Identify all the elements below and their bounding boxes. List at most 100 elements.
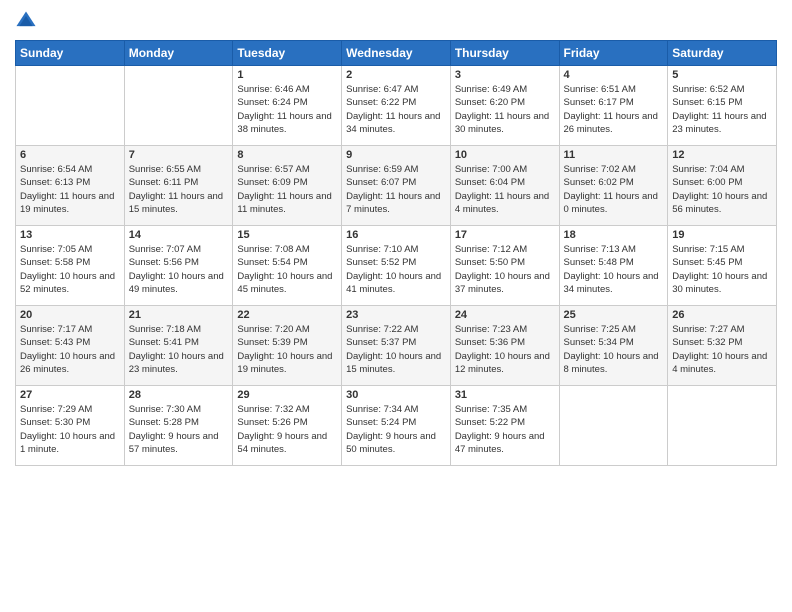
day-number: 28: [129, 389, 229, 401]
day-number: 9: [346, 149, 446, 161]
day-number: 24: [455, 309, 555, 321]
day-info: Sunrise: 7:13 AMSunset: 5:48 PMDaylight:…: [564, 243, 664, 296]
day-info: Sunrise: 7:18 AMSunset: 5:41 PMDaylight:…: [129, 323, 229, 376]
day-cell: [559, 386, 668, 466]
day-number: 6: [20, 149, 120, 161]
day-number: 27: [20, 389, 120, 401]
day-cell: 3 Sunrise: 6:49 AMSunset: 6:20 PMDaylight…: [450, 66, 559, 146]
day-info: Sunrise: 7:35 AMSunset: 5:22 PMDaylight:…: [455, 403, 555, 456]
day-cell: 27 Sunrise: 7:29 AMSunset: 5:30 PMDayligh…: [16, 386, 125, 466]
day-cell: 20 Sunrise: 7:17 AMSunset: 5:43 PMDayligh…: [16, 306, 125, 386]
day-cell: 23 Sunrise: 7:22 AMSunset: 5:37 PMDayligh…: [342, 306, 451, 386]
day-info: Sunrise: 6:46 AMSunset: 6:24 PMDaylight:…: [237, 83, 337, 136]
day-cell: 13 Sunrise: 7:05 AMSunset: 5:58 PMDayligh…: [16, 226, 125, 306]
day-info: Sunrise: 7:34 AMSunset: 5:24 PMDaylight:…: [346, 403, 446, 456]
day-number: 31: [455, 389, 555, 401]
week-row-3: 13 Sunrise: 7:05 AMSunset: 5:58 PMDayligh…: [16, 226, 777, 306]
day-cell: 29 Sunrise: 7:32 AMSunset: 5:26 PMDayligh…: [233, 386, 342, 466]
day-number: 20: [20, 309, 120, 321]
day-number: 5: [672, 69, 772, 81]
week-row-4: 20 Sunrise: 7:17 AMSunset: 5:43 PMDayligh…: [16, 306, 777, 386]
day-cell: 4Sunrise: 6:51 AMSunset: 6:17 PMDaylight…: [559, 66, 668, 146]
week-row-1: 1Sunrise: 6:46 AMSunset: 6:24 PMDaylight…: [16, 66, 777, 146]
day-cell: 1Sunrise: 6:46 AMSunset: 6:24 PMDaylight…: [233, 66, 342, 146]
day-cell: [124, 66, 233, 146]
day-cell: 5 Sunrise: 6:52 AMSunset: 6:15 PMDaylight…: [668, 66, 777, 146]
day-info: Sunrise: 7:02 AMSunset: 6:02 PMDaylight:…: [564, 163, 664, 216]
day-cell: 10 Sunrise: 7:00 AMSunset: 6:04 PMDayligh…: [450, 146, 559, 226]
day-info: Sunrise: 7:25 AMSunset: 5:34 PMDaylight:…: [564, 323, 664, 376]
day-cell: [668, 386, 777, 466]
day-number: 26: [672, 309, 772, 321]
day-number: 18: [564, 229, 664, 241]
header-cell-wednesday: Wednesday: [342, 41, 451, 66]
day-info: Sunrise: 7:10 AMSunset: 5:52 PMDaylight:…: [346, 243, 446, 296]
day-cell: 8Sunrise: 6:57 AMSunset: 6:09 PMDaylight…: [233, 146, 342, 226]
day-info: Sunrise: 7:05 AMSunset: 5:58 PMDaylight:…: [20, 243, 120, 296]
day-info: Sunrise: 6:52 AMSunset: 6:15 PMDaylight:…: [672, 83, 772, 136]
day-info: Sunrise: 6:55 AMSunset: 6:11 PMDaylight:…: [129, 163, 229, 216]
day-number: 16: [346, 229, 446, 241]
day-cell: 17 Sunrise: 7:12 AMSunset: 5:50 PMDayligh…: [450, 226, 559, 306]
header: [15, 10, 777, 32]
day-number: 29: [237, 389, 337, 401]
day-info: Sunrise: 7:17 AMSunset: 5:43 PMDaylight:…: [20, 323, 120, 376]
day-cell: 18 Sunrise: 7:13 AMSunset: 5:48 PMDayligh…: [559, 226, 668, 306]
day-number: 21: [129, 309, 229, 321]
day-cell: 28 Sunrise: 7:30 AMSunset: 5:28 PMDayligh…: [124, 386, 233, 466]
day-info: Sunrise: 7:12 AMSunset: 5:50 PMDaylight:…: [455, 243, 555, 296]
page: SundayMondayTuesdayWednesdayThursdayFrid…: [0, 0, 792, 612]
calendar-table: SundayMondayTuesdayWednesdayThursdayFrid…: [15, 40, 777, 466]
day-number: 3: [455, 69, 555, 81]
day-info: Sunrise: 6:59 AMSunset: 6:07 PMDaylight:…: [346, 163, 446, 216]
day-cell: 12Sunrise: 7:04 AMSunset: 6:00 PMDayligh…: [668, 146, 777, 226]
day-cell: 25 Sunrise: 7:25 AMSunset: 5:34 PMDayligh…: [559, 306, 668, 386]
day-cell: 6 Sunrise: 6:54 AMSunset: 6:13 PMDaylight…: [16, 146, 125, 226]
day-cell: 2Sunrise: 6:47 AMSunset: 6:22 PMDaylight…: [342, 66, 451, 146]
day-cell: 11 Sunrise: 7:02 AMSunset: 6:02 PMDayligh…: [559, 146, 668, 226]
header-cell-monday: Monday: [124, 41, 233, 66]
day-cell: 16 Sunrise: 7:10 AMSunset: 5:52 PMDayligh…: [342, 226, 451, 306]
header-cell-sunday: Sunday: [16, 41, 125, 66]
day-number: 17: [455, 229, 555, 241]
day-number: 19: [672, 229, 772, 241]
day-number: 25: [564, 309, 664, 321]
day-number: 14: [129, 229, 229, 241]
header-cell-thursday: Thursday: [450, 41, 559, 66]
day-number: 2: [346, 69, 446, 81]
day-info: Sunrise: 7:29 AMSunset: 5:30 PMDaylight:…: [20, 403, 120, 456]
logo-icon: [15, 10, 37, 32]
day-number: 11: [564, 149, 664, 161]
day-info: Sunrise: 7:04 AMSunset: 6:00 PMDaylight:…: [672, 163, 772, 216]
day-info: Sunrise: 6:57 AMSunset: 6:09 PMDaylight:…: [237, 163, 337, 216]
day-cell: 7 Sunrise: 6:55 AMSunset: 6:11 PMDaylight…: [124, 146, 233, 226]
day-info: Sunrise: 7:32 AMSunset: 5:26 PMDaylight:…: [237, 403, 337, 456]
day-info: Sunrise: 7:15 AMSunset: 5:45 PMDaylight:…: [672, 243, 772, 296]
day-info: Sunrise: 7:30 AMSunset: 5:28 PMDaylight:…: [129, 403, 229, 456]
day-cell: [16, 66, 125, 146]
day-info: Sunrise: 7:00 AMSunset: 6:04 PMDaylight:…: [455, 163, 555, 216]
day-info: Sunrise: 7:22 AMSunset: 5:37 PMDaylight:…: [346, 323, 446, 376]
header-cell-friday: Friday: [559, 41, 668, 66]
day-number: 22: [237, 309, 337, 321]
day-cell: 21 Sunrise: 7:18 AMSunset: 5:41 PMDayligh…: [124, 306, 233, 386]
day-number: 4: [564, 69, 664, 81]
day-cell: 30 Sunrise: 7:34 AMSunset: 5:24 PMDayligh…: [342, 386, 451, 466]
day-info: Sunrise: 6:49 AMSunset: 6:20 PMDaylight:…: [455, 83, 555, 136]
day-info: Sunrise: 7:08 AMSunset: 5:54 PMDaylight:…: [237, 243, 337, 296]
header-row: SundayMondayTuesdayWednesdayThursdayFrid…: [16, 41, 777, 66]
day-info: Sunrise: 7:27 AMSunset: 5:32 PMDaylight:…: [672, 323, 772, 376]
day-number: 7: [129, 149, 229, 161]
day-info: Sunrise: 6:54 AMSunset: 6:13 PMDaylight:…: [20, 163, 120, 216]
day-number: 10: [455, 149, 555, 161]
day-number: 23: [346, 309, 446, 321]
day-cell: 14Sunrise: 7:07 AMSunset: 5:56 PMDayligh…: [124, 226, 233, 306]
day-cell: 26 Sunrise: 7:27 AMSunset: 5:32 PMDayligh…: [668, 306, 777, 386]
day-cell: 22Sunrise: 7:20 AMSunset: 5:39 PMDayligh…: [233, 306, 342, 386]
day-cell: 31 Sunrise: 7:35 AMSunset: 5:22 PMDayligh…: [450, 386, 559, 466]
day-number: 30: [346, 389, 446, 401]
day-cell: 24Sunrise: 7:23 AMSunset: 5:36 PMDayligh…: [450, 306, 559, 386]
day-number: 15: [237, 229, 337, 241]
logo: [15, 10, 41, 32]
day-number: 13: [20, 229, 120, 241]
